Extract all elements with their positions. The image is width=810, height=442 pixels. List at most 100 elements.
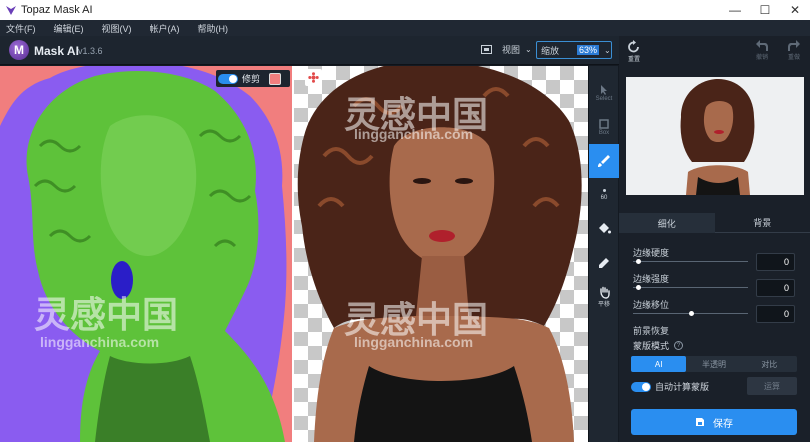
menu-file[interactable]: 文件(F) [6, 22, 36, 35]
eyedropper-icon [599, 258, 609, 268]
edge-hardness-value[interactable]: 0 [756, 253, 795, 271]
menu-bar: 文件(F) 编辑(E) 视图(V) 帐户(A) 帮助(H) [0, 20, 810, 36]
box-tool[interactable]: Box [589, 110, 619, 144]
zoom-label: 缩放 [541, 45, 560, 56]
mask-mode-contrast[interactable]: 对比 [742, 356, 797, 372]
paint-bucket-icon [599, 223, 611, 234]
brush-tool[interactable] [589, 144, 619, 178]
split-view-icon [481, 45, 492, 54]
edge-shift-value[interactable]: 0 [756, 305, 795, 323]
mask-mode-header: 蒙版模式 ? [633, 339, 684, 352]
tab-background[interactable]: 背景 [714, 213, 810, 233]
brush-size-dot [602, 189, 606, 192]
background-color-button[interactable] [305, 69, 322, 86]
mask-mode-translucent[interactable]: 半透明 [686, 356, 741, 372]
chevron-down-icon: ⌄ [604, 45, 611, 55]
right-eye [455, 178, 473, 184]
edge-strength-slider[interactable] [633, 285, 748, 290]
mask-overlay [0, 66, 287, 442]
menu-help[interactable]: 帮助(H) [198, 22, 229, 35]
redo-label: 重做 [787, 55, 800, 61]
trim-label: 修剪 [242, 74, 261, 84]
view-mode-button[interactable]: 视图 ⌄ [481, 43, 532, 56]
select-tool[interactable]: Select [589, 76, 619, 110]
edge-hardness-label: 边缘硬度 [633, 248, 670, 258]
reset-label: 重置 [627, 57, 640, 63]
foreground-recovery-label: 前景恢复 [633, 326, 670, 336]
view-label: 视图 [502, 45, 521, 55]
left-eye [413, 178, 431, 184]
mask-color-swatch[interactable] [269, 72, 282, 85]
settings-tabs: 细化 背景 [619, 213, 810, 233]
help-icon[interactable]: ? [674, 341, 684, 350]
result-thumbnail [626, 77, 804, 195]
trim-toggle-bar: 修剪 [216, 70, 290, 87]
top-garment [95, 356, 210, 442]
zoom-select[interactable]: 缩放 63% ⌄ [536, 41, 612, 59]
settings-sidebar: 重置 撤销 重做 细化 背景 边缘硬度 0 边缘强度 0 边缘移位 0 前景恢复… [619, 36, 810, 442]
close-button[interactable]: ✕ [780, 0, 810, 20]
select-label: Select [595, 96, 613, 102]
slider-knob[interactable] [688, 311, 694, 316]
undo-label: 撤销 [755, 55, 768, 61]
neck [416, 256, 469, 316]
menu-view[interactable]: 视图(V) [102, 22, 132, 35]
tool-strip: Select Box 60 平移 [588, 66, 619, 442]
save-label: 保存 [713, 418, 733, 430]
cutout-illustration [297, 66, 582, 442]
zoom-value: 63% [577, 45, 600, 55]
save-button[interactable]: 保存 [631, 409, 797, 435]
reset-icon [628, 40, 639, 53]
window-title: Topaz Mask AI [21, 4, 93, 16]
color-picker-tool[interactable] [589, 246, 619, 280]
trim-toggle[interactable] [218, 73, 238, 84]
box-label: Box [598, 130, 610, 136]
edge-hardness-slider[interactable] [633, 259, 748, 264]
cutout-preview[interactable]: 灵感中国 lingganchina.com 灵感中国 lingganchina.… [294, 66, 588, 442]
thumbnail-image [626, 77, 804, 195]
auto-compute-toggle[interactable] [631, 381, 651, 392]
edge-strength-value[interactable]: 0 [756, 279, 795, 297]
slider-knob[interactable] [635, 285, 641, 290]
brush-icon [598, 155, 610, 167]
undo-icon [756, 40, 768, 51]
fill-tool[interactable] [589, 212, 619, 246]
brush-size-value: 60 [600, 195, 608, 201]
mask-canvas[interactable]: 灵感中国 lingganchina.com [0, 66, 293, 442]
minimize-button[interactable]: — [720, 0, 750, 20]
window-titlebar: Topaz Mask AI — ☐ ✕ [0, 0, 810, 20]
menu-edit[interactable]: 编辑(E) [54, 22, 84, 35]
brush-size-control[interactable]: 60 [589, 178, 619, 212]
edge-shift-label: 边缘移位 [633, 300, 670, 310]
select-icon [601, 85, 607, 95]
maximize-button[interactable]: ☐ [750, 0, 780, 20]
save-icon [696, 418, 704, 426]
app-version: v1.3.6 [78, 46, 103, 56]
box-icon [599, 119, 609, 129]
reset-button[interactable]: 重置 [619, 40, 649, 63]
compute-button[interactable]: 运算 [747, 377, 797, 395]
brush-stroke [111, 261, 133, 299]
app-logo: M [9, 40, 29, 60]
app-name: Mask AI [34, 44, 79, 58]
auto-compute-row: 自动计算蒙版 [631, 380, 709, 393]
tab-refine[interactable]: 细化 [619, 213, 715, 233]
pan-tool[interactable]: 平移 [589, 280, 619, 314]
app-icon [6, 6, 16, 15]
redo-icon [788, 40, 800, 51]
slider-knob[interactable] [635, 259, 641, 264]
edge-strength-label: 边缘强度 [633, 274, 670, 284]
chevron-down-icon: ⌄ [525, 45, 532, 54]
menu-account[interactable]: 帐户(A) [150, 22, 180, 35]
logo-letter: M [14, 43, 24, 57]
thumb-lips [714, 130, 724, 134]
auto-compute-label: 自动计算蒙版 [655, 382, 710, 392]
mask-mode-ai[interactable]: AI [631, 356, 687, 372]
undo-button[interactable]: 撤销 [747, 40, 777, 61]
edge-shift-slider[interactable] [633, 311, 748, 316]
pan-label: 平移 [597, 302, 610, 308]
redo-button[interactable]: 重做 [779, 40, 809, 61]
mask-mode-label: 蒙版模式 [633, 341, 670, 351]
hand-icon [599, 286, 610, 299]
flower-icon [308, 72, 319, 83]
